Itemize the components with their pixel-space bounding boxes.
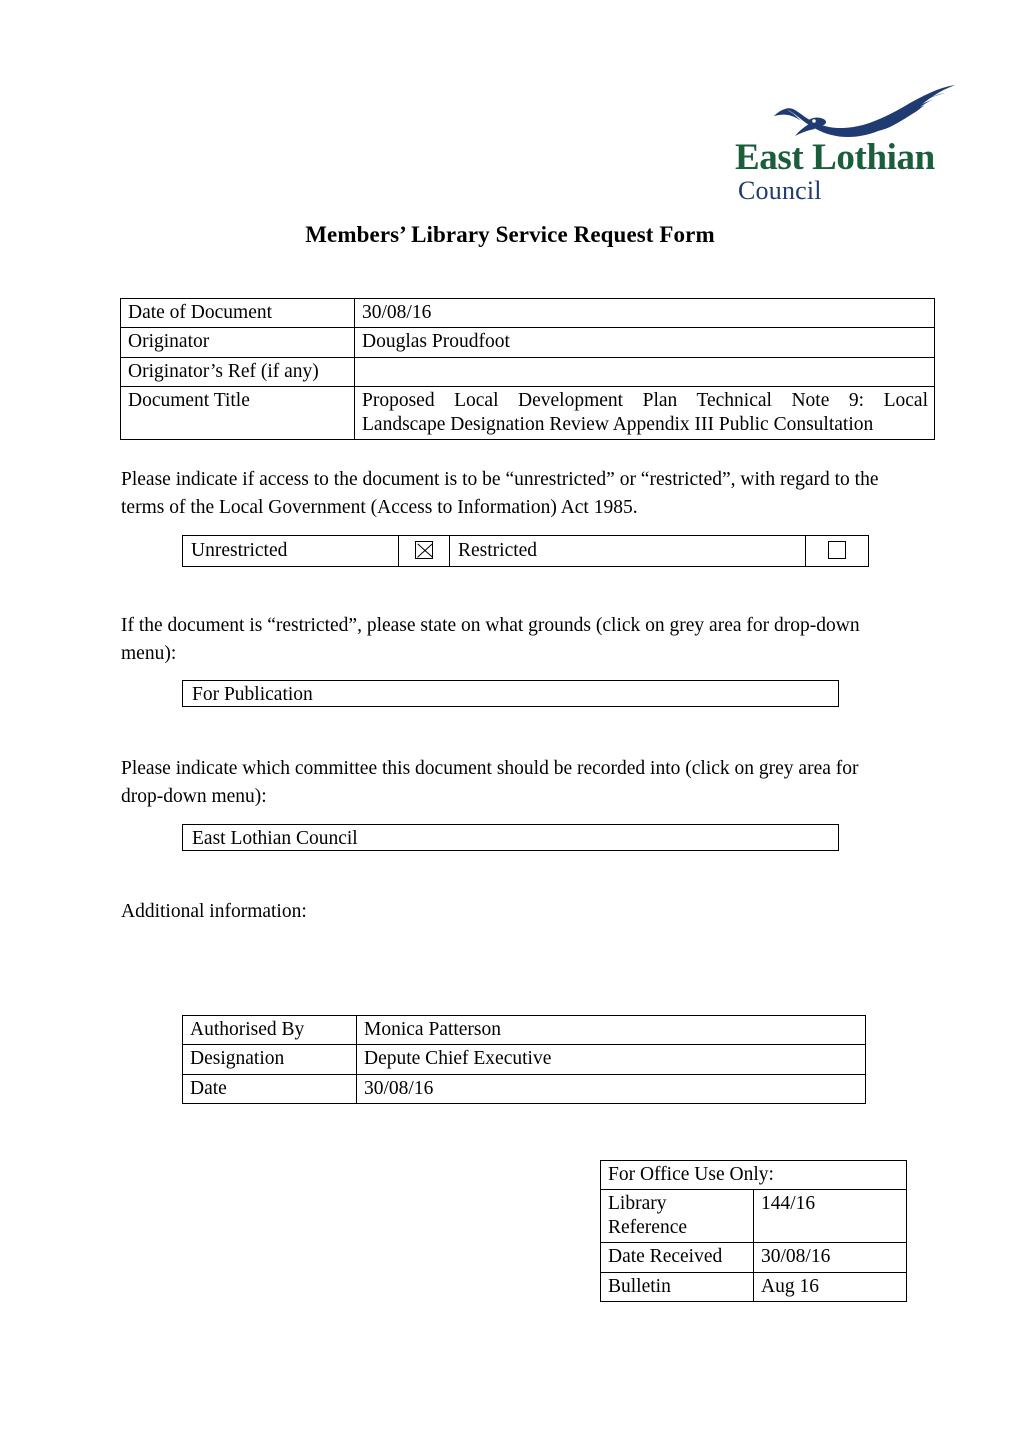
- table-row: Library Reference 144/16: [600, 1189, 907, 1244]
- eagle-icon: [774, 85, 955, 137]
- unrestricted-checkbox[interactable]: [415, 541, 433, 559]
- label-authorised-by: Authorised By: [182, 1014, 357, 1046]
- label-bulletin: Bulletin: [600, 1271, 754, 1302]
- page-title: Members’ Library Service Request Form: [305, 222, 715, 247]
- committee-dropdown[interactable]: East Lothian Council: [182, 824, 839, 851]
- table-row: Date Received 30/08/16: [600, 1242, 907, 1273]
- table-row: For Office Use Only:: [600, 1159, 907, 1191]
- table-row: Originator Douglas Proudfoot: [120, 327, 935, 358]
- access-restriction-table: Unrestricted Restricted: [182, 534, 869, 568]
- document-meta-table: Date of Document 30/08/16 Originator Dou…: [120, 297, 935, 440]
- restricted-checkbox[interactable]: [828, 541, 846, 559]
- office-use-table: For Office Use Only: Library Reference 1…: [600, 1159, 907, 1302]
- committee-instruction-text: Please indicate which committee this doc…: [121, 758, 859, 807]
- value-date-of-document[interactable]: 30/08/16: [354, 297, 935, 329]
- table-row: Unrestricted Restricted: [182, 534, 869, 568]
- east-lothian-council-logo: East Lothian Council: [735, 82, 960, 204]
- table-row: Date 30/08/16: [182, 1073, 866, 1105]
- authorisation-table: Authorised By Monica Patterson Designati…: [182, 1014, 866, 1105]
- table-row: Bulletin Aug 16: [600, 1271, 907, 1302]
- additional-information-label: Additional information:: [121, 901, 307, 922]
- table-row: Designation Depute Chief Executive: [182, 1044, 866, 1075]
- label-date-received: Date Received: [600, 1242, 754, 1273]
- label-authorisation-date: Date: [182, 1073, 357, 1105]
- value-designation[interactable]: Depute Chief Executive: [356, 1044, 866, 1075]
- value-date-received[interactable]: 30/08/16: [753, 1242, 907, 1273]
- document-title-line-1: Proposed Local Development Plan Technica…: [362, 390, 928, 412]
- label-designation: Designation: [182, 1044, 357, 1075]
- table-row: Authorised By Monica Patterson: [182, 1014, 866, 1046]
- restricted-checkbox-cell[interactable]: [805, 534, 869, 568]
- document-title-line-2: Landscape Designation Review Appendix II…: [362, 413, 874, 435]
- label-originator: Originator: [120, 327, 355, 358]
- value-authorised-by[interactable]: Monica Patterson: [356, 1014, 866, 1046]
- value-authorisation-date[interactable]: 30/08/16: [356, 1073, 866, 1105]
- label-document-title: Document Title: [120, 386, 355, 440]
- logo-text-council: Council: [738, 176, 822, 205]
- label-date-of-document: Date of Document: [120, 297, 355, 329]
- label-library-reference: Library Reference: [600, 1189, 754, 1244]
- table-row: Originator’s Ref (if any): [120, 356, 935, 388]
- value-originators-ref[interactable]: [354, 356, 935, 388]
- label-originators-ref: Originator’s Ref (if any): [120, 356, 355, 388]
- value-library-reference[interactable]: 144/16: [753, 1189, 907, 1244]
- office-use-heading: For Office Use Only:: [600, 1159, 907, 1191]
- table-row: Date of Document 30/08/16: [120, 297, 935, 329]
- unrestricted-checkbox-cell[interactable]: [398, 534, 450, 568]
- access-instruction-text: Please indicate if access to the documen…: [121, 469, 879, 518]
- table-row: Document Title Proposed Local Developmen…: [120, 386, 935, 440]
- logo-text-east-lothian: East Lothian: [735, 137, 935, 178]
- label-restricted: Restricted: [449, 534, 806, 568]
- value-originator[interactable]: Douglas Proudfoot: [354, 327, 935, 358]
- value-bulletin[interactable]: Aug 16: [753, 1271, 907, 1302]
- grounds-instruction-text: If the document is “restricted”, please …: [121, 615, 860, 664]
- value-document-title[interactable]: Proposed Local Development Plan Technica…: [354, 386, 935, 440]
- grounds-dropdown[interactable]: For Publication: [182, 680, 839, 707]
- label-unrestricted: Unrestricted: [182, 534, 399, 568]
